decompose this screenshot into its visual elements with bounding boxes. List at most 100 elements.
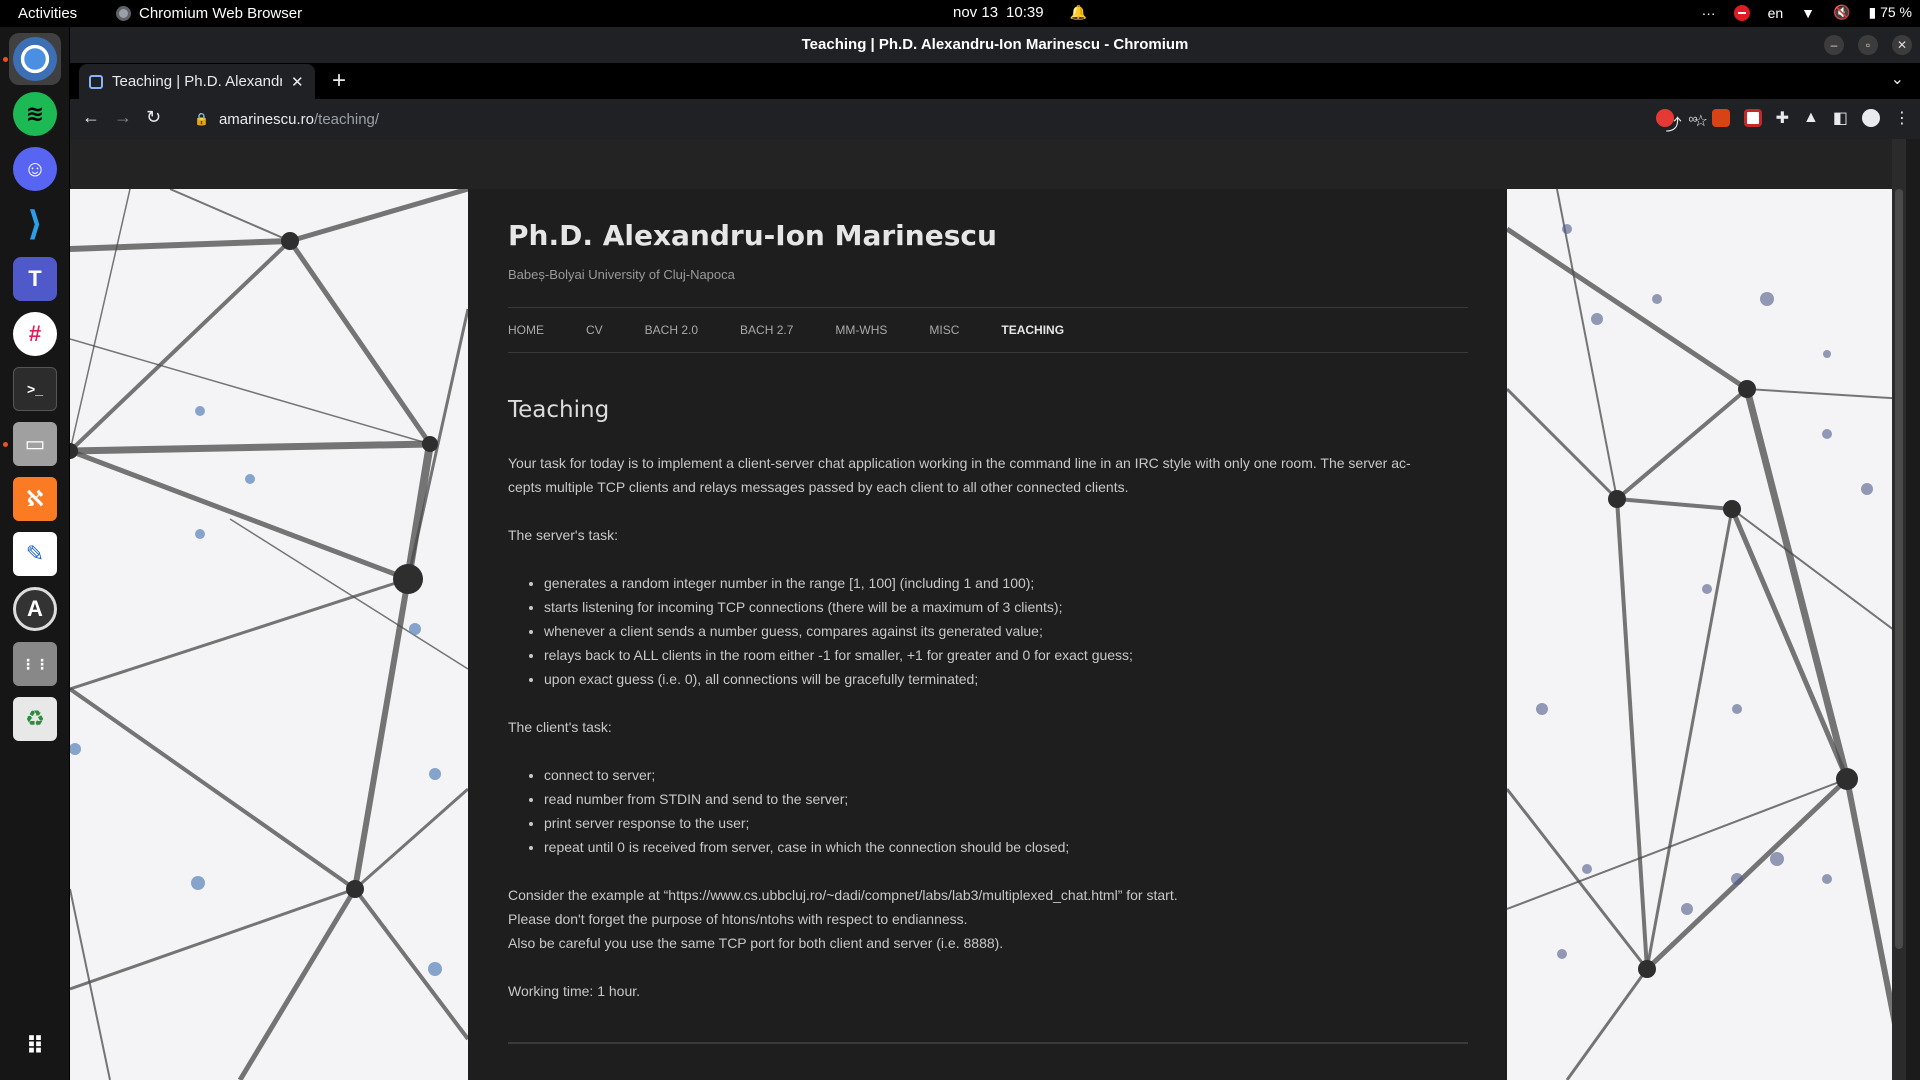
tab-title: Teaching | Ph.D. Alexandru-Ion Marinescu <box>112 73 282 90</box>
close-button[interactable]: ✕ <box>1892 35 1912 55</box>
battery-level: 75 % <box>1880 4 1912 20</box>
dock-chromium[interactable] <box>9 33 61 85</box>
dock-teams[interactable]: T <box>9 253 61 305</box>
system-tray[interactable]: ··· en ▼ 🔇 ▮ 75 % <box>1702 4 1912 21</box>
list-item: generates a random integer number in the… <box>544 571 1468 595</box>
back-button[interactable]: ← <box>82 107 100 128</box>
wifi-icon: ▼ <box>1801 4 1816 21</box>
volume-icon: 🔇 <box>1833 4 1851 20</box>
dock-text-editor[interactable]: ✎ <box>9 528 61 580</box>
terminal-icon: >_ <box>13 367 57 411</box>
site-description: Babeș-Bolyai University of Cluj-Napoca <box>508 267 735 282</box>
tab-strip: Teaching | Ph.D. Alexandru-Ion Marinescu… <box>70 63 1920 99</box>
nav-cv[interactable]: CV <box>586 323 603 337</box>
browser-toolbar: ← → ↻ 🔒 amarinescu.ro/teaching/ ⤴ ☆ ∞ ✚ … <box>70 99 1920 139</box>
profile-avatar-icon[interactable] <box>1862 109 1880 127</box>
trash-icon: ♻ <box>13 697 57 741</box>
overflow-icon[interactable]: ··· <box>1702 5 1716 21</box>
nav-bach-2-7[interactable]: BACH 2.7 <box>740 323 793 337</box>
extensions-puzzle-icon[interactable]: ✚ <box>1776 108 1789 128</box>
close-tab-icon[interactable]: ✕ <box>291 73 304 91</box>
dock-trash[interactable]: ♻ <box>9 693 61 745</box>
bell-icon: 🔔 <box>1069 4 1088 20</box>
extension-orange-icon[interactable] <box>1711 109 1730 127</box>
list-item: starts listening for incoming TCP connec… <box>544 595 1468 619</box>
main-navigation: HOME CV BACH 2.0 BACH 2.7 MM-WHS MISC TE… <box>508 307 1468 353</box>
notes-paragraph: Consider the example at “https://www.cs.… <box>508 883 1468 955</box>
url-host: amarinescu.ro <box>218 110 314 128</box>
dock-terminal[interactable]: >_ <box>9 363 61 415</box>
keyboard-language[interactable]: en <box>1768 5 1784 21</box>
minimize-button[interactable]: – <box>1824 35 1844 55</box>
chromium-icon <box>13 37 57 81</box>
server-heading: The server's task: <box>508 527 619 543</box>
dock-xampp[interactable]: ℵ <box>9 473 61 525</box>
new-tab-button[interactable]: + <box>332 67 346 95</box>
discord-icon: ☺ <box>13 147 57 191</box>
app-menu[interactable]: Chromium Web Browser <box>116 5 302 22</box>
forward-button[interactable]: → <box>114 107 132 128</box>
lab-flask-icon[interactable]: ▲ <box>1803 109 1819 127</box>
teams-icon: T <box>13 257 57 301</box>
dock: ≋ ☺ ⟩ T # >_ ▭ ℵ ✎ A ⋮⋮ ♻ ⠿ <box>0 27 70 1080</box>
show-apps-button[interactable]: ⠿ <box>9 1020 61 1072</box>
battery-icon: ▮ <box>1868 4 1877 20</box>
url-path: /teaching/ <box>314 110 380 128</box>
page-title: Teaching <box>508 397 610 423</box>
dock-files[interactable]: ▭ <box>9 418 61 470</box>
tab-teaching[interactable]: Teaching | Ph.D. Alexandru-Ion Marinescu… <box>79 64 315 99</box>
clock[interactable]: nov 13 10:39 🔔 <box>953 4 1087 21</box>
menu-kebab-icon[interactable]: ⋮ <box>1894 108 1910 128</box>
scrollbar-thumb[interactable] <box>1895 189 1903 949</box>
vertical-scrollbar[interactable] <box>1892 139 1906 1080</box>
slack-icon: # <box>13 312 57 356</box>
clock-date: nov 13 <box>953 4 999 21</box>
vscode-icon: ⟩ <box>27 205 43 243</box>
background-network-image-right <box>1507 189 1906 1080</box>
app-menu-label: Chromium Web Browser <box>139 5 303 22</box>
intro-paragraph: Your task for today is to implement a cl… <box>508 451 1468 499</box>
dock-spotify[interactable]: ≋ <box>9 88 61 140</box>
background-network-image-left <box>70 189 468 1080</box>
running-indicator <box>3 442 8 447</box>
dock-software[interactable]: A <box>9 583 61 635</box>
page-content: Ph.D. Alexandru-Ion Marinescu Babeș-Boly… <box>468 189 1507 1080</box>
nav-misc[interactable]: MISC <box>929 323 959 337</box>
server-task-list: generates a random integer number in the… <box>544 571 1468 691</box>
xampp-icon: ℵ <box>13 477 57 521</box>
client-heading: The client's task: <box>508 719 612 735</box>
extension-shield-icon[interactable] <box>1743 109 1762 127</box>
spotify-icon: ≋ <box>13 92 57 136</box>
list-item: print server response to the user; <box>544 811 1468 835</box>
working-time: Working time: 1 hour. <box>508 983 641 999</box>
software-center-icon: A <box>13 587 57 631</box>
list-item: repeat until 0 is received from server, … <box>544 835 1468 859</box>
nav-teaching[interactable]: TEACHING <box>1001 323 1064 337</box>
archive-icon: ⋮⋮ <box>13 642 57 686</box>
system-top-bar: Activities Chromium Web Browser nov 13 1… <box>0 0 1920 27</box>
tab-search-button[interactable]: ⌄ <box>1891 69 1904 89</box>
nav-mm-whs[interactable]: MM-WHS <box>835 323 887 337</box>
dock-slack[interactable]: # <box>9 308 61 360</box>
address-bar[interactable]: 🔒 amarinescu.ro/teaching/ ⤴ ☆ <box>178 103 1718 135</box>
nav-home[interactable]: HOME <box>508 323 544 337</box>
activities-button[interactable]: Activities <box>18 5 77 22</box>
window-title-bar[interactable]: Teaching | Ph.D. Alexandru-Ion Marinescu… <box>70 27 1920 63</box>
extension-red-icon[interactable] <box>1656 109 1675 127</box>
maximize-button[interactable]: ▫ <box>1858 35 1878 55</box>
nav-bach-2-0[interactable]: BACH 2.0 <box>645 323 698 337</box>
dock-file-manager[interactable]: ⋮⋮ <box>9 638 61 690</box>
note-line: Please don't forget the purpose of htons… <box>508 911 968 927</box>
site-title[interactable]: Ph.D. Alexandru-Ion Marinescu <box>508 219 997 252</box>
dock-vscode[interactable]: ⟩ <box>9 198 61 250</box>
extension-glasses-icon[interactable]: ∞ <box>1688 111 1697 126</box>
lock-icon[interactable]: 🔒 <box>194 112 209 126</box>
list-item: whenever a client sends a number guess, … <box>544 619 1468 643</box>
dock-discord[interactable]: ☺ <box>9 143 61 195</box>
do-not-disturb-icon[interactable] <box>1733 4 1750 21</box>
list-item: read number from STDIN and send to the s… <box>544 787 1468 811</box>
reload-button[interactable]: ↻ <box>146 107 161 128</box>
client-task-list: connect to server; read number from STDI… <box>544 763 1468 859</box>
running-indicator <box>3 57 8 62</box>
side-panel-icon[interactable]: ◧ <box>1833 108 1848 128</box>
